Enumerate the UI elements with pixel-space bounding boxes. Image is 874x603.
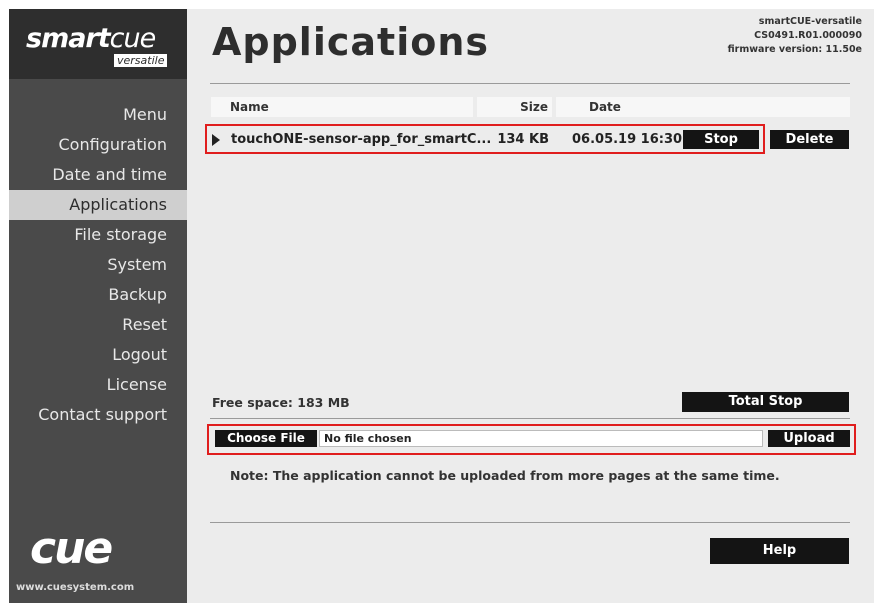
play-icon xyxy=(212,134,220,146)
sidebar-item-contact-support[interactable]: Contact support xyxy=(9,400,187,430)
cue-logo: cue xyxy=(30,523,113,574)
company-url: www.cuesystem.com xyxy=(16,582,135,593)
delete-button[interactable]: Delete xyxy=(770,130,849,149)
sidebar-item-logout[interactable]: Logout xyxy=(9,340,187,370)
column-header-date: Date xyxy=(556,97,850,117)
logo-wordmark: smartcue xyxy=(26,23,156,54)
help-button[interactable]: Help xyxy=(710,538,849,564)
divider xyxy=(210,418,850,419)
sidebar-item-applications[interactable]: Applications xyxy=(9,190,196,220)
device-serial: CS0491.R01.000090 xyxy=(754,30,862,41)
device-name: smartCUE-versatile xyxy=(758,16,862,27)
divider xyxy=(210,83,850,84)
sidebar-item-system[interactable]: System xyxy=(9,250,187,280)
column-header-size: Size xyxy=(477,97,552,117)
smartcue-logo: smartcue versatile xyxy=(9,9,187,79)
firmware-version: firmware version: 11.50e xyxy=(727,44,862,55)
app-size: 134 KB xyxy=(497,132,549,147)
sidebar-item-license[interactable]: License xyxy=(9,370,187,400)
file-input-status[interactable]: No file chosen xyxy=(319,430,763,447)
upload-button[interactable]: Upload xyxy=(768,430,850,447)
sidebar-item-menu[interactable]: Menu xyxy=(9,100,187,130)
sidebar-item-file-storage[interactable]: File storage xyxy=(9,220,187,250)
divider xyxy=(210,522,850,523)
app-date: 06.05.19 16:30 xyxy=(572,132,683,147)
total-stop-button[interactable]: Total Stop xyxy=(682,392,849,412)
device-info: smartCUE-versatile CS0491.R01.000090 fir… xyxy=(728,15,862,57)
page-title: Applications xyxy=(212,20,489,64)
sidebar-item-reset[interactable]: Reset xyxy=(9,310,187,340)
choose-file-button[interactable]: Choose File xyxy=(215,430,317,447)
stop-button[interactable]: Stop xyxy=(683,130,759,149)
sidebar-item-date-and-time[interactable]: Date and time xyxy=(9,160,187,190)
app-name: touchONE-sensor-app_for_smartC... xyxy=(231,132,492,147)
logo-tagline: versatile xyxy=(114,54,168,67)
free-space-text: Free space: 183 MB xyxy=(212,395,350,410)
sidebar-menu: Menu Configuration Date and time Applica… xyxy=(9,100,196,430)
column-header-name: Name xyxy=(211,97,473,117)
upload-note: Note: The application cannot be uploaded… xyxy=(230,468,780,483)
sidebar-item-configuration[interactable]: Configuration xyxy=(9,130,187,160)
sidebar-item-backup[interactable]: Backup xyxy=(9,280,187,310)
